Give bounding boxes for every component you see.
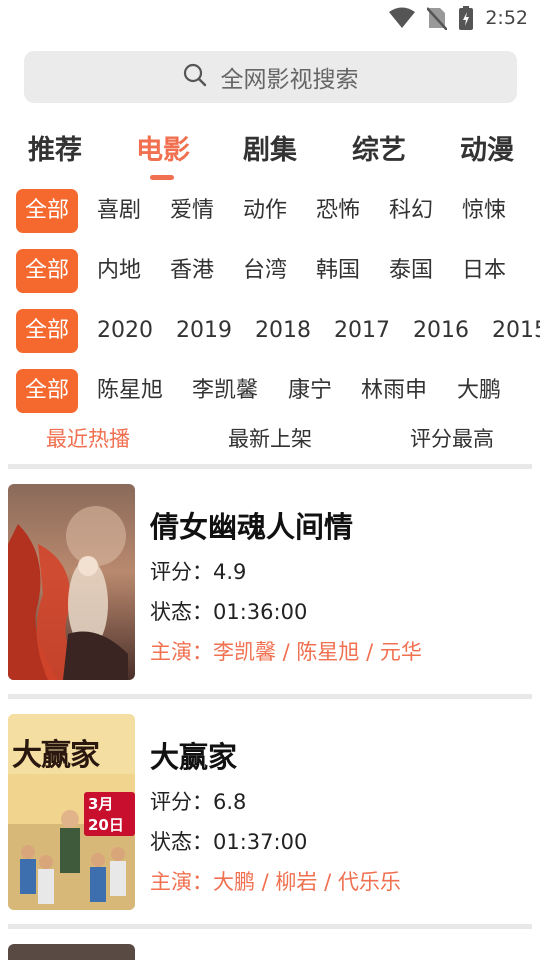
filter-chip-all[interactable]: 全部 xyxy=(16,189,78,233)
movie-status: 状态：01:36:00 xyxy=(150,596,307,626)
battery-icon xyxy=(459,6,474,30)
rating-label: 评分： xyxy=(150,560,213,584)
rating-value: 6.8 xyxy=(213,790,247,814)
movie-title[interactable]: 大赢家 xyxy=(150,734,237,776)
tab-recommend[interactable]: 推荐 xyxy=(28,128,82,167)
filter-chip[interactable]: 内地 xyxy=(97,249,141,293)
cast-label: 主演： xyxy=(150,870,213,894)
rating-label: 评分： xyxy=(150,790,213,814)
filter-chip[interactable]: 2017 xyxy=(334,309,390,353)
movie-poster[interactable] xyxy=(8,484,135,680)
movie-rating: 评分：4.9 xyxy=(150,556,246,586)
movie-rating: 评分：6.8 xyxy=(150,786,246,816)
active-tab-indicator xyxy=(150,175,174,180)
status-bar: 2:52 xyxy=(0,0,540,36)
filter-chip[interactable]: 大鹏 xyxy=(457,369,501,413)
filter-chip[interactable]: 韩国 xyxy=(316,249,360,293)
poster-date: 3月20日 xyxy=(84,792,135,836)
filter-chip[interactable]: 爱情 xyxy=(170,189,214,233)
sort-options: 最近热播 最新上架 评分最高 xyxy=(0,423,540,455)
filter-chip[interactable]: 陈星旭 xyxy=(97,369,163,413)
divider xyxy=(8,464,532,469)
movie-cast: 主演：大鹏 / 柳岩 / 代乐乐 xyxy=(150,866,401,896)
filter-chip[interactable]: 台湾 xyxy=(243,249,287,293)
movie-poster[interactable] xyxy=(8,944,135,960)
filter-chip[interactable]: 林雨申 xyxy=(361,369,427,413)
tab-variety[interactable]: 综艺 xyxy=(352,128,406,167)
no-sim-icon xyxy=(427,6,448,30)
poster-title: 大赢家 xyxy=(12,738,100,773)
status-value: 01:37:00 xyxy=(213,830,308,854)
filter-row-actor: 全部 陈星旭 李凯馨 康宁 林雨申 大鹏 xyxy=(16,369,540,413)
search-placeholder: 全网影视搜索 xyxy=(220,67,359,93)
filter-chip-all[interactable]: 全部 xyxy=(16,369,78,413)
movie-card[interactable]: 倩女幽魂人间情 评分：4.9 状态：01:36:00 主演：李凯馨 / 陈星旭 … xyxy=(8,484,532,684)
filter-chip[interactable]: 李凯馨 xyxy=(192,369,258,413)
tab-movies[interactable]: 电影 xyxy=(136,128,190,167)
divider xyxy=(8,694,532,699)
wifi-icon xyxy=(389,7,416,29)
sort-newest[interactable]: 最新上架 xyxy=(228,423,312,453)
filter-chip-all[interactable]: 全部 xyxy=(16,309,78,353)
cast-label: 主演： xyxy=(150,640,213,664)
movie-cast: 主演：李凯馨 / 陈星旭 / 元华 xyxy=(150,636,422,666)
filter-chip[interactable]: 喜剧 xyxy=(97,189,141,233)
filter-chip[interactable]: 泰国 xyxy=(389,249,433,293)
filter-chip[interactable]: 香港 xyxy=(170,249,214,293)
tab-anime[interactable]: 动漫 xyxy=(460,128,514,167)
status-label: 状态： xyxy=(150,830,213,854)
movie-poster[interactable]: 大赢家 3月20日 xyxy=(8,714,135,910)
filter-chip[interactable]: 恐怖 xyxy=(316,189,360,233)
tab-series[interactable]: 剧集 xyxy=(243,128,297,167)
movie-card[interactable]: 大赢家 3月20日 大赢家 评分：6.8 状态：01:37:00 主演：大鹏 /… xyxy=(8,714,532,914)
divider xyxy=(8,924,532,929)
movie-status: 状态：01:37:00 xyxy=(150,826,307,856)
filter-chip[interactable]: 2020 xyxy=(97,309,153,353)
rating-value: 4.9 xyxy=(213,560,247,584)
filter-chip[interactable]: 动作 xyxy=(243,189,287,233)
filter-chip[interactable]: 2018 xyxy=(255,309,311,353)
search-bar[interactable]: 全网影视搜索 xyxy=(24,51,517,103)
filter-row-genre: 全部 喜剧 爱情 动作 恐怖 科幻 惊悚 xyxy=(16,189,540,233)
search-icon xyxy=(183,63,207,91)
filter-chip[interactable]: 日本 xyxy=(462,249,506,293)
filter-row-year: 全部 2020 2019 2018 2017 2016 2015 xyxy=(16,309,540,353)
cast-value: 大鹏 / 柳岩 / 代乐乐 xyxy=(213,870,401,894)
filter-chip[interactable]: 科幻 xyxy=(389,189,433,233)
filter-chip[interactable]: 2015 xyxy=(492,309,540,353)
filter-chip[interactable]: 康宁 xyxy=(288,369,332,413)
filter-chip[interactable]: 2019 xyxy=(176,309,232,353)
sort-recent-hot[interactable]: 最近热播 xyxy=(46,423,130,453)
category-tabs: 推荐 电影 剧集 综艺 动漫 xyxy=(0,128,540,180)
status-label: 状态： xyxy=(150,600,213,624)
status-value: 01:36:00 xyxy=(213,600,308,624)
filter-chip[interactable]: 惊悚 xyxy=(462,189,506,233)
sort-top-rated[interactable]: 评分最高 xyxy=(410,423,494,453)
filter-chip[interactable]: 2016 xyxy=(413,309,469,353)
filter-row-region: 全部 内地 香港 台湾 韩国 泰国 日本 xyxy=(16,249,540,293)
filter-chip-all[interactable]: 全部 xyxy=(16,249,78,293)
cast-value: 李凯馨 / 陈星旭 / 元华 xyxy=(213,640,422,664)
movie-title[interactable]: 倩女幽魂人间情 xyxy=(150,504,353,546)
clock: 2:52 xyxy=(485,7,528,29)
